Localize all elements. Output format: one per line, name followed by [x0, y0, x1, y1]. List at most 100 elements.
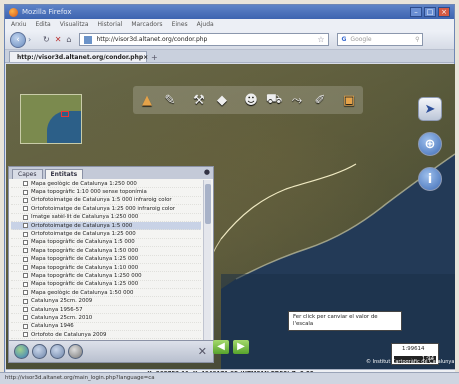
credits-text: © Institut Cartogràfic de Catalunya — [366, 359, 455, 365]
layer-checkbox[interactable] — [23, 189, 28, 195]
vehicle-icon[interactable]: ⛟ — [264, 89, 284, 111]
layer-item[interactable]: Catalunya 1956-57 — [11, 306, 201, 315]
layer-item[interactable]: Mapa geològic de Catalunya 1:50 000 — [11, 289, 201, 298]
menu-historial[interactable]: Historial — [98, 21, 123, 28]
layer-item[interactable]: Mapa topogràfic de Catalunya 1:250 000 — [11, 272, 201, 281]
person-icon[interactable]: ☻ — [241, 89, 261, 111]
back-button[interactable]: ‹ — [10, 31, 26, 48]
pyramid-3d-icon[interactable]: ▲ — [137, 89, 157, 111]
layer-item[interactable]: Mapa topogràfic de Catalunya 1:10 000 — [11, 264, 201, 273]
layer-label: Ortofotoimatge de Catalunya 1:25 000 inf… — [31, 205, 176, 212]
bookmark-star-icon[interactable]: ☆ — [317, 35, 324, 44]
layer-label: Mapa geològic de Catalunya 1:250 000 — [31, 180, 137, 187]
layer-label: Ortofotoimatge de Catalunya 1:5 000 — [31, 222, 133, 229]
cursor-icon[interactable]: ➤ — [418, 97, 442, 121]
layer-item[interactable]: Catalunya 25cm. 2009 — [11, 297, 201, 306]
layer-checkbox[interactable] — [23, 206, 28, 212]
forward-button[interactable]: › — [28, 34, 38, 46]
export-icon[interactable]: ▣ — [339, 89, 359, 111]
menu-ajuda[interactable]: Ajuda — [197, 21, 214, 28]
address-bar[interactable]: http://visor3d.altanet.org/condor.php ☆ — [79, 33, 330, 46]
layer-checkbox[interactable] — [23, 332, 28, 338]
menu-eines[interactable]: Eines — [172, 21, 188, 28]
layer-item[interactable]: Catalunya 1946 — [11, 323, 201, 332]
wrench-icon[interactable]: ✎ — [160, 89, 180, 111]
menu-bar: Arxiu Edita Visualitza Historial Marcado… — [5, 19, 454, 30]
layer-item[interactable]: Mapa topogràfic de Catalunya 1:50 000 — [11, 247, 201, 256]
route-edit-icon[interactable]: ⤳ — [287, 89, 307, 111]
overview-map[interactable] — [20, 94, 82, 144]
navigation-bar: ‹ › ↻ ✕ ⌂ http://visor3d.altanet.org/con… — [5, 30, 454, 50]
new-tab-button[interactable]: + — [151, 53, 158, 62]
reload-icon[interactable]: ↻ — [43, 35, 50, 44]
route-draw-icon[interactable]: ✐ — [310, 89, 330, 111]
globe-icon[interactable] — [14, 344, 29, 359]
home-icon[interactable]: ⌂ — [66, 35, 71, 44]
layer-label: Mapa topogràfic de Catalunya 1:25 000 — [31, 281, 139, 288]
layer-item[interactable]: Mapa topogràfic de Catalunya 1:5 000 — [11, 239, 201, 248]
map-viewer[interactable]: ▲ ✎ ⚒ ◆ ☻ ⛟ ⤳ ✐ ▣ ➤ ⊕ i Capes Entitats ●… — [6, 64, 455, 369]
layer-checkbox[interactable] — [23, 256, 28, 262]
scale-tooltip: Fer click per canviar el valor de l'esca… — [288, 311, 402, 331]
tab-condor[interactable]: http://visor3d.altanet.org/condor.php × — [9, 51, 148, 62]
layer-checkbox[interactable] — [23, 248, 28, 254]
layer-item[interactable]: Imatge satèl·lit de Catalunya 1:250 000 — [11, 214, 201, 222]
layer-list-scrollbar[interactable] — [203, 180, 211, 340]
layer-checkbox[interactable] — [23, 290, 28, 296]
layer-checkbox[interactable] — [23, 223, 28, 229]
layer-item[interactable]: Ortofoto de Catalunya 2009 — [11, 331, 201, 340]
maximize-button[interactable]: □ — [424, 7, 436, 17]
layer-checkbox[interactable] — [23, 197, 28, 203]
layer-checkbox[interactable] — [23, 315, 28, 321]
arrow-right-icon[interactable]: ▶ — [233, 340, 249, 354]
layer-checkbox[interactable] — [23, 273, 28, 279]
layer-item[interactable]: Ortofotoimatge de Catalunya 1:25 000 inf… — [11, 205, 201, 214]
layer-item[interactable]: Ortofotoimatge de Catalunya 1:5 000 infr… — [11, 197, 201, 206]
table-icon[interactable] — [50, 344, 65, 359]
layer-checkbox[interactable] — [23, 181, 28, 187]
layer-item[interactable]: Catalunya 25cm. 2010 — [11, 314, 201, 323]
menu-visualitza[interactable]: Visualitza — [60, 21, 89, 28]
layer-checkbox[interactable] — [23, 214, 28, 220]
hammer-icon[interactable]: ⚒ — [189, 89, 209, 111]
zoom-globe-icon[interactable]: ⊕ — [418, 132, 442, 156]
menu-marcadors[interactable]: Marcadors — [131, 21, 162, 28]
layer-checkbox[interactable] — [23, 281, 28, 287]
info-icon[interactable]: i — [418, 167, 442, 191]
minimize-button[interactable]: – — [410, 7, 422, 17]
scale-value-1: 1:99614 — [402, 346, 425, 352]
search-box[interactable]: G Google ⚲ — [337, 33, 424, 46]
search-icon[interactable]: ⚲ — [415, 36, 419, 43]
layer-item[interactable]: Mapa topogràfic 1:10 000 sense toponímia — [11, 188, 201, 197]
stop-icon[interactable]: ✕ — [55, 35, 62, 44]
tab-close-icon[interactable]: × — [143, 54, 148, 61]
layer-checkbox[interactable] — [23, 231, 28, 237]
layer-item[interactable]: Ortofotoimatge de Catalunya 1:5 000 — [11, 221, 201, 231]
layer-item[interactable]: Ortofotoimatge de Catalunya 1:25 000 — [11, 230, 201, 239]
layer-item[interactable]: Mapa geològic de Catalunya 1:250 000 — [11, 180, 201, 189]
close-panel-icon[interactable]: ✕ — [198, 345, 207, 358]
menu-edita[interactable]: Edita — [35, 21, 50, 28]
layers-stack-icon[interactable] — [32, 344, 47, 359]
menu-arxiu[interactable]: Arxiu — [11, 21, 26, 28]
layer-checkbox[interactable] — [23, 298, 28, 304]
layer-label: Ortofotoimatge de Catalunya 1:25 000 — [31, 231, 136, 238]
tab-entitats[interactable]: Entitats — [44, 169, 84, 179]
layer-checkbox[interactable] — [23, 265, 28, 271]
scrollbar-thumb[interactable] — [205, 184, 211, 224]
layer-checkbox[interactable] — [23, 239, 28, 245]
layer-checkbox[interactable] — [23, 323, 28, 329]
sphere-icon[interactable] — [68, 344, 83, 359]
pin-icon[interactable]: ● — [204, 168, 210, 176]
cube-icon[interactable]: ◆ — [212, 89, 232, 111]
close-window-button[interactable]: × — [438, 7, 450, 17]
layer-checkbox[interactable] — [23, 307, 28, 313]
layer-item[interactable]: Mapa topogràfic de Catalunya 1:25 000 — [11, 281, 201, 290]
title-bar: Mozilla Firefox – □ × — [5, 5, 454, 19]
search-placeholder: Google — [350, 36, 372, 43]
layer-label: Mapa topogràfic de Catalunya 1:5 000 — [31, 239, 135, 246]
arrow-left-icon[interactable]: ◀ — [213, 340, 229, 354]
tab-capes[interactable]: Capes — [12, 169, 43, 179]
layer-item[interactable]: Mapa topogràfic de Catalunya 1:25 000 — [11, 256, 201, 264]
url-text: http://visor3d.altanet.org/condor.php — [96, 36, 208, 43]
